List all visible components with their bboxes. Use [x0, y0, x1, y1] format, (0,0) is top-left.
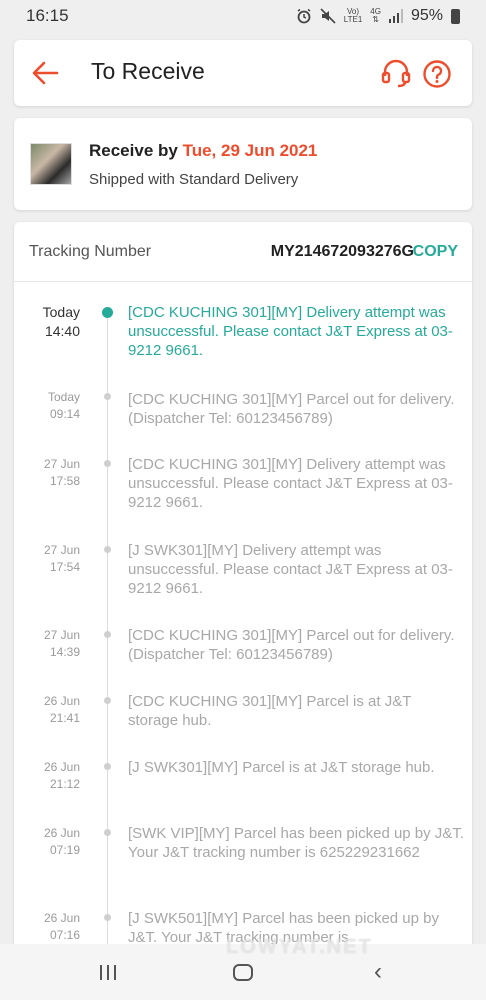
- event-dot: [104, 829, 111, 836]
- tracking-header: Tracking Number MY214672093276G COPY: [14, 222, 472, 282]
- event-dot: [104, 546, 111, 553]
- status-time: 16:15: [26, 6, 69, 25]
- event-time: 07:19: [49, 843, 80, 857]
- event-text: [J SWK301][MY] Parcel is at J&T storage …: [128, 759, 435, 776]
- battery-icon: [451, 8, 460, 24]
- event-time: 14:40: [44, 323, 80, 339]
- event-time: 14:39: [49, 645, 80, 659]
- event-dot: [102, 307, 113, 318]
- volte-indicator: Vo) LTE1: [343, 7, 363, 24]
- product-thumbnail: [30, 143, 72, 185]
- event-dot: [104, 631, 111, 638]
- data-indicator: 4G ⇅: [370, 7, 381, 24]
- event-dot: [104, 697, 111, 704]
- receive-by-line: Receive by Tue, 29 Jun 2021: [89, 141, 317, 161]
- status-icons: Vo) LTE1 4G ⇅ 95%: [296, 7, 460, 25]
- receive-date: Tue, 29 Jun 2021: [182, 141, 318, 160]
- tracking-card: Tracking Number MY214672093276G COPY Tod…: [14, 222, 472, 962]
- shipping-method: Shipped with Standard Delivery: [89, 171, 299, 188]
- mute-icon: [320, 8, 336, 24]
- event-text: [SWK VIP][MY] Parcel has been picked up …: [128, 825, 464, 861]
- nav-back-icon[interactable]: ‹: [374, 960, 382, 984]
- copy-tracking-button[interactable]: COPY: [413, 243, 458, 261]
- event-time: 07:16: [49, 928, 80, 942]
- event-dot: [104, 393, 111, 400]
- event-text: [CDC KUCHING 301][MY] Parcel out for del…: [128, 627, 455, 663]
- home-icon[interactable]: [233, 964, 253, 981]
- delivery-estimate-card[interactable]: Receive by Tue, 29 Jun 2021 Shipped with…: [14, 118, 472, 210]
- event-text: [CDC KUCHING 301][MY] Delivery attempt w…: [128, 456, 453, 511]
- back-arrow-icon[interactable]: [30, 59, 60, 87]
- receive-by-label: Receive by: [89, 141, 178, 160]
- event-dot: [104, 914, 111, 921]
- event-dot: [104, 460, 111, 467]
- page-title: To Receive: [91, 58, 205, 84]
- event-date: Today: [42, 304, 80, 320]
- event-time: 17:54: [49, 560, 80, 574]
- event-time: 21:41: [49, 711, 80, 725]
- tracking-number-label: Tracking Number: [29, 243, 152, 260]
- event-time: 21:12: [49, 777, 80, 791]
- app-header: To Receive: [14, 40, 472, 106]
- battery-percent: 95%: [410, 7, 443, 24]
- event-text: [CDC KUCHING 301][MY] Parcel out for del…: [128, 391, 455, 427]
- event-text: [J SWK301][MY] Delivery attempt was unsu…: [128, 542, 453, 597]
- event-time: 09:14: [49, 407, 80, 421]
- event-time: 17:58: [49, 474, 80, 488]
- status-bar: 16:15 Vo) LTE1 4G ⇅ 95%: [0, 0, 486, 32]
- event-dot: [104, 763, 111, 770]
- signal-icon: [388, 9, 403, 23]
- watermark: LOWYAT.NET: [226, 936, 373, 958]
- help-question-icon[interactable]: [422, 59, 452, 89]
- alarm-icon: [297, 8, 311, 24]
- event-text: [CDC KUCHING 301][MY] Delivery attempt w…: [128, 304, 453, 359]
- headset-support-icon[interactable]: [380, 58, 412, 90]
- tracking-number-value: MY214672093276G: [270, 243, 414, 260]
- event-text: [CDC KUCHING 301][MY] Parcel is at J&T s…: [128, 693, 412, 729]
- recents-icon[interactable]: [100, 965, 118, 980]
